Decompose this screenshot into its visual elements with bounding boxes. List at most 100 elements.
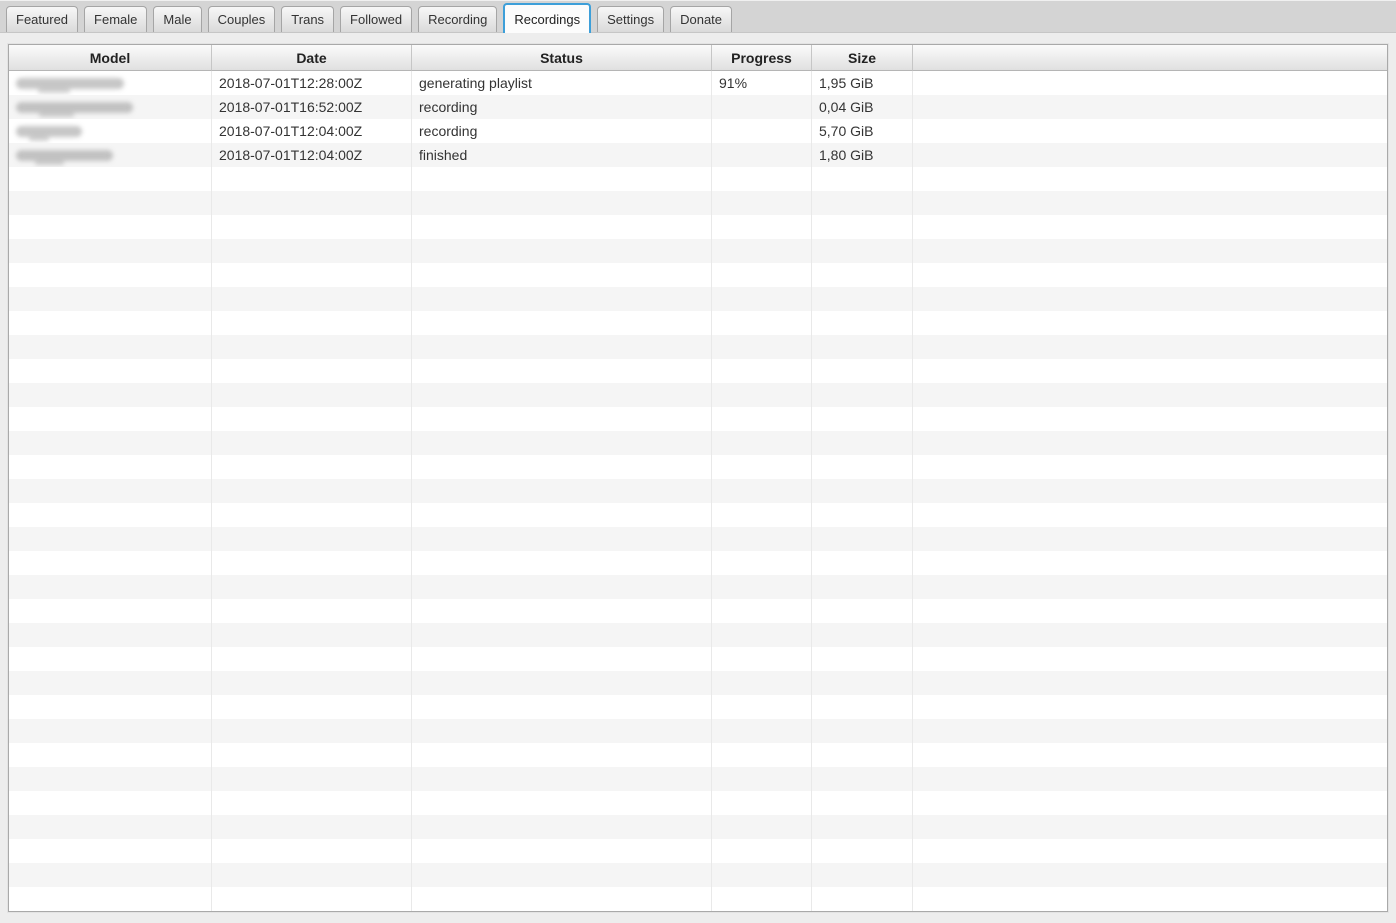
tab-donate[interactable]: Donate bbox=[670, 6, 733, 32]
cell-filler bbox=[913, 863, 1387, 887]
cell-filler bbox=[913, 191, 1387, 215]
cell-date bbox=[212, 599, 412, 623]
table-row[interactable]: 2018-07-01T12:28:00Z generating playlist… bbox=[9, 71, 1387, 95]
cell-status bbox=[412, 743, 712, 767]
cell-progress bbox=[712, 119, 812, 143]
cell-progress bbox=[712, 359, 812, 383]
column-header-filler bbox=[913, 45, 1387, 71]
table-row-empty[interactable] bbox=[9, 407, 1387, 431]
table-row-empty[interactable] bbox=[9, 167, 1387, 191]
table-row[interactable]: 2018-07-01T12:04:00Z recording 5,70 GiB bbox=[9, 119, 1387, 143]
cell-model bbox=[9, 431, 212, 455]
table-row-empty[interactable] bbox=[9, 311, 1387, 335]
table-row-empty[interactable] bbox=[9, 887, 1387, 911]
table-row-empty[interactable] bbox=[9, 719, 1387, 743]
table-row[interactable]: 2018-07-01T16:52:00Z recording 0,04 GiB bbox=[9, 95, 1387, 119]
cell-progress bbox=[712, 479, 812, 503]
cell-size bbox=[812, 167, 913, 191]
table-row-empty[interactable] bbox=[9, 503, 1387, 527]
cell-status bbox=[412, 503, 712, 527]
cell-filler bbox=[913, 791, 1387, 815]
cell-date: 2018-07-01T12:04:00Z bbox=[212, 143, 412, 167]
cell-progress bbox=[712, 839, 812, 863]
table-row-empty[interactable] bbox=[9, 839, 1387, 863]
tab-recording[interactable]: Recording bbox=[418, 6, 498, 32]
cell-date bbox=[212, 719, 412, 743]
cell-size: 5,70 GiB bbox=[812, 119, 913, 143]
tab-label: Couples bbox=[217, 12, 266, 27]
cell-date bbox=[212, 767, 412, 791]
table-row-empty[interactable] bbox=[9, 479, 1387, 503]
column-header-date[interactable]: Date bbox=[212, 45, 412, 71]
table-row-empty[interactable] bbox=[9, 551, 1387, 575]
cell-date bbox=[212, 335, 412, 359]
table-row[interactable]: 2018-07-01T12:04:00Z finished 1,80 GiB bbox=[9, 143, 1387, 167]
cell-date bbox=[212, 239, 412, 263]
table-row-empty[interactable] bbox=[9, 191, 1387, 215]
cell-size bbox=[812, 623, 913, 647]
table-row-empty[interactable] bbox=[9, 623, 1387, 647]
table-row-empty[interactable] bbox=[9, 335, 1387, 359]
tab-settings[interactable]: Settings bbox=[597, 6, 665, 32]
cell-model bbox=[9, 311, 212, 335]
table-row-empty[interactable] bbox=[9, 647, 1387, 671]
cell-status: generating playlist bbox=[412, 71, 712, 95]
tab-male[interactable]: Male bbox=[153, 6, 202, 32]
tab-bar: Featured Female Male Couples Trans Follo… bbox=[0, 0, 1396, 33]
cell-size bbox=[812, 287, 913, 311]
column-header-label: Model bbox=[89, 49, 131, 66]
table-row-empty[interactable] bbox=[9, 767, 1387, 791]
tab-recordings[interactable]: Recordings bbox=[503, 3, 592, 33]
cell-status: recording bbox=[412, 95, 712, 119]
table-row-empty[interactable] bbox=[9, 383, 1387, 407]
cell-size bbox=[812, 263, 913, 287]
table-row-empty[interactable] bbox=[9, 359, 1387, 383]
column-header-model[interactable]: Model bbox=[9, 45, 212, 71]
redacted-model-name bbox=[16, 77, 124, 93]
table-row-empty[interactable] bbox=[9, 815, 1387, 839]
table-row-empty[interactable] bbox=[9, 263, 1387, 287]
table-row-empty[interactable] bbox=[9, 239, 1387, 263]
table-row-empty[interactable] bbox=[9, 527, 1387, 551]
cell-progress bbox=[712, 647, 812, 671]
cell-model bbox=[9, 95, 212, 119]
cell-filler bbox=[913, 767, 1387, 791]
column-header-status[interactable]: Status bbox=[412, 45, 712, 71]
table-row-empty[interactable] bbox=[9, 287, 1387, 311]
tab-featured[interactable]: Featured bbox=[6, 6, 79, 32]
table-row-empty[interactable] bbox=[9, 743, 1387, 767]
cell-status bbox=[412, 239, 712, 263]
table-row-empty[interactable] bbox=[9, 695, 1387, 719]
table-row-empty[interactable] bbox=[9, 671, 1387, 695]
cell-filler bbox=[913, 407, 1387, 431]
cell-model bbox=[9, 407, 212, 431]
cell-filler bbox=[913, 263, 1387, 287]
table-row-empty[interactable] bbox=[9, 863, 1387, 887]
table-header-row: Model Date Status Progress Size bbox=[9, 45, 1387, 71]
table-row-empty[interactable] bbox=[9, 575, 1387, 599]
cell-size bbox=[812, 791, 913, 815]
table-row-empty[interactable] bbox=[9, 791, 1387, 815]
cell-status bbox=[412, 335, 712, 359]
cell-model bbox=[9, 287, 212, 311]
table-row-empty[interactable] bbox=[9, 455, 1387, 479]
table-row-empty[interactable] bbox=[9, 431, 1387, 455]
tab-couples[interactable]: Couples bbox=[207, 6, 276, 32]
tab-trans[interactable]: Trans bbox=[281, 6, 335, 32]
cell-filler bbox=[913, 887, 1387, 911]
cell-size bbox=[812, 887, 913, 911]
table-row-empty[interactable] bbox=[9, 215, 1387, 239]
cell-size bbox=[812, 551, 913, 575]
column-header-size[interactable]: Size bbox=[812, 45, 913, 71]
column-header-progress[interactable]: Progress bbox=[712, 45, 812, 71]
cell-date bbox=[212, 863, 412, 887]
cell-progress bbox=[712, 623, 812, 647]
tab-female[interactable]: Female bbox=[84, 6, 148, 32]
tab-label: Featured bbox=[16, 12, 69, 27]
cell-status bbox=[412, 287, 712, 311]
table-row-empty[interactable] bbox=[9, 599, 1387, 623]
tab-label: Trans bbox=[291, 12, 325, 27]
cell-model bbox=[9, 71, 212, 95]
cell-size bbox=[812, 407, 913, 431]
tab-followed[interactable]: Followed bbox=[340, 6, 413, 32]
